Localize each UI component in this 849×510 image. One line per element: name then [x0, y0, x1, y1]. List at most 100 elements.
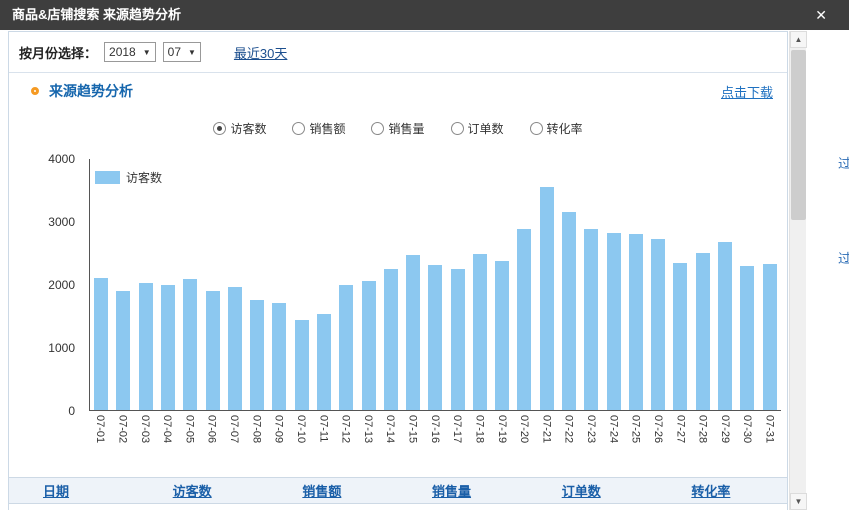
x-axis-label: 07-23 [584, 415, 598, 461]
x-axis-label: 07-21 [539, 415, 553, 461]
bar-07-13 [362, 281, 376, 410]
x-axis-label: 07-18 [472, 415, 486, 461]
year-select[interactable]: 2018 ▼ [104, 42, 156, 62]
metric-radio-转化率[interactable]: 转化率 [530, 120, 583, 137]
x-axis-label: 07-12 [339, 415, 353, 461]
legend-label: 访客数 [126, 169, 162, 186]
section-header: 来源趋势分析 点击下载 [9, 73, 787, 109]
x-axis-label: 07-25 [629, 415, 643, 461]
bar-07-07 [228, 287, 242, 410]
close-icon[interactable]: ✕ [815, 0, 827, 30]
download-link[interactable]: 点击下载 [721, 82, 773, 101]
bar-07-17 [451, 269, 465, 410]
bar-07-27 [673, 263, 687, 410]
bar-07-09 [272, 303, 286, 410]
bar-07-03 [139, 283, 153, 410]
trend-data-table: 日期访客数销售额销售量订单数转化率 [9, 477, 787, 510]
y-tick-label: 1000 [9, 341, 75, 355]
bar-07-29 [718, 242, 732, 410]
x-axis-label: 07-16 [428, 415, 442, 461]
metric-radio-label: 访客数 [230, 120, 266, 137]
x-axis-label: 07-28 [696, 415, 710, 461]
y-tick-label: 2000 [9, 278, 75, 292]
metric-radio-label: 销售量 [388, 120, 424, 137]
radio-icon [292, 122, 305, 135]
table-header-row: 日期访客数销售额销售量订单数转化率 [9, 477, 787, 504]
metric-radio-订单数[interactable]: 订单数 [451, 120, 504, 137]
metric-radio-label: 销售额 [309, 120, 345, 137]
column-header-订单数[interactable]: 订单数 [528, 481, 658, 500]
y-tick-label: 3000 [9, 215, 75, 229]
year-select-value: 2018 [109, 45, 136, 59]
side-tab-partial-1[interactable]: 过 [838, 153, 849, 172]
x-axis-label: 07-02 [115, 415, 129, 461]
x-axis-label: 07-22 [562, 415, 576, 461]
column-header-访客数[interactable]: 访客数 [139, 481, 269, 500]
bar-07-30 [740, 266, 754, 410]
dialog-title: 商品&店铺搜索 来源趋势分析 [12, 7, 181, 22]
x-axis-label: 07-08 [249, 415, 263, 461]
chevron-down-icon: ▼ [188, 48, 196, 57]
month-select[interactable]: 07 ▼ [163, 42, 201, 62]
x-axis-label: 07-30 [740, 415, 754, 461]
x-axis-label: 07-09 [272, 415, 286, 461]
x-axis-label: 07-04 [160, 415, 174, 461]
chart-plot [89, 159, 781, 411]
bar-07-22 [562, 212, 576, 410]
y-tick-label: 0 [9, 404, 75, 418]
x-axis-label: 07-10 [294, 415, 308, 461]
x-axis-label: 07-17 [450, 415, 464, 461]
table-row [9, 504, 787, 510]
x-axis-label: 07-24 [606, 415, 620, 461]
bar-07-11 [317, 314, 331, 410]
metric-radio-访客数[interactable]: 访客数 [213, 120, 266, 137]
x-axis-label: 07-14 [383, 415, 397, 461]
metric-radio-销售额[interactable]: 销售额 [292, 120, 345, 137]
radio-icon [451, 122, 464, 135]
vertical-scrollbar[interactable]: ▲ ▼ [789, 31, 806, 510]
column-header-销售量[interactable]: 销售量 [398, 481, 528, 500]
bar-07-15 [406, 255, 420, 410]
metric-radio-group: 访客数 销售额 销售量 订单数 转化率 [9, 117, 787, 139]
x-axis-label: 07-03 [138, 415, 152, 461]
recent-30-days-link[interactable]: 最近30天 [234, 43, 287, 62]
x-axis-label: 07-29 [718, 415, 732, 461]
bar-07-16 [428, 265, 442, 410]
side-tab-partial-2[interactable]: 过 [838, 248, 849, 267]
x-axis-label: 07-27 [673, 415, 687, 461]
bar-07-31 [763, 264, 777, 410]
bar-07-01 [94, 278, 108, 410]
scroll-up-icon[interactable]: ▲ [790, 31, 807, 48]
bar-07-21 [540, 187, 554, 410]
x-axis-label: 07-15 [406, 415, 420, 461]
chart-x-labels: 07-0107-0207-0307-0407-0507-0607-0707-08… [89, 415, 781, 461]
x-axis-label: 07-26 [651, 415, 665, 461]
metric-radio-label: 订单数 [468, 120, 504, 137]
bar-07-14 [384, 269, 398, 410]
column-header-日期[interactable]: 日期 [9, 481, 139, 500]
column-header-转化率[interactable]: 转化率 [657, 481, 787, 500]
trend-bar-chart: 01000200030004000 07-0107-0207-0307-0407… [9, 143, 787, 465]
x-axis-label: 07-31 [763, 415, 777, 461]
x-axis-label: 07-20 [517, 415, 531, 461]
radio-icon [530, 122, 543, 135]
section-title: 来源趋势分析 [49, 81, 133, 101]
chart-legend: 访客数 [95, 169, 162, 186]
bar-07-28 [696, 253, 710, 410]
x-axis-label: 07-06 [205, 415, 219, 461]
bar-07-24 [607, 233, 621, 410]
metric-radio-销售量[interactable]: 销售量 [371, 120, 424, 137]
bar-07-06 [206, 291, 220, 410]
bar-07-25 [629, 234, 643, 410]
month-select-value: 07 [168, 45, 181, 59]
radio-icon [213, 122, 226, 135]
y-tick-label: 4000 [9, 152, 75, 166]
scroll-down-icon[interactable]: ▼ [790, 493, 807, 510]
month-select-label: 按月份选择： [19, 43, 97, 62]
column-header-销售额[interactable]: 销售额 [268, 481, 398, 500]
bar-07-23 [584, 229, 598, 410]
bar-07-08 [250, 300, 264, 410]
bar-07-18 [473, 254, 487, 410]
x-axis-label: 07-11 [316, 415, 330, 461]
scrollbar-thumb[interactable] [791, 50, 806, 220]
